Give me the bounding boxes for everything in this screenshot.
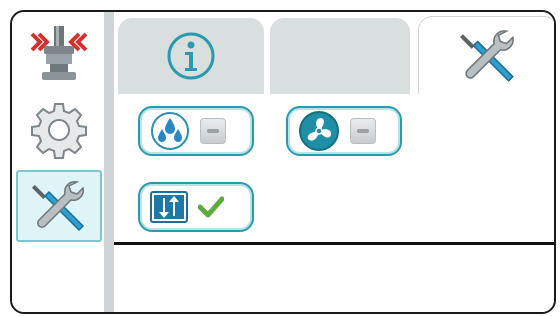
tools-icon — [31, 180, 85, 232]
sidebar-item-compression[interactable] — [16, 18, 102, 90]
tools-icon — [460, 29, 514, 82]
sidebar-item-tools[interactable] — [16, 170, 102, 242]
updown-state-indicator — [198, 194, 224, 220]
updown-toggle[interactable] — [138, 182, 254, 232]
water-state-indicator — [200, 118, 226, 144]
app-window — [10, 10, 556, 314]
water-drops-icon — [151, 112, 189, 150]
up-down-arrows-icon — [150, 191, 188, 223]
checkmark-icon — [198, 196, 224, 218]
fan-icon — [299, 111, 339, 151]
fan-state-indicator — [350, 118, 376, 144]
info-icon — [167, 32, 215, 80]
tools-panel — [114, 94, 554, 312]
tab-info[interactable] — [118, 18, 264, 94]
tab-bar — [114, 12, 554, 94]
water-toggle[interactable] — [138, 106, 254, 156]
compression-icon — [30, 26, 88, 80]
fan-toggle[interactable] — [286, 106, 402, 156]
lower-panel — [114, 245, 554, 312]
sidebar-item-settings[interactable] — [16, 94, 102, 166]
sidebar — [12, 12, 114, 312]
tab-tools[interactable] — [418, 16, 554, 94]
gear-icon — [31, 103, 87, 159]
tab-blank[interactable] — [270, 18, 410, 94]
